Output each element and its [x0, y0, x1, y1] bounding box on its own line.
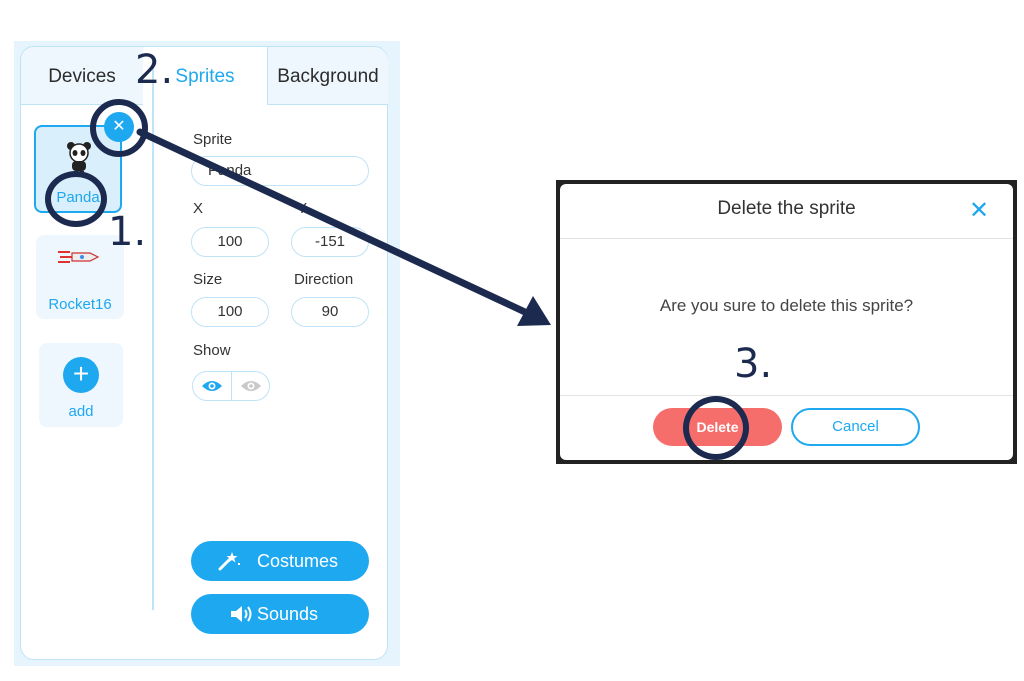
step-one-label: 1.	[108, 209, 147, 255]
annotation-ring-panda	[45, 171, 107, 227]
step-two-label: 2.	[135, 47, 174, 93]
annotation-arrow-line	[136, 128, 529, 316]
annotation-overlay	[136, 128, 551, 326]
annotation-ring-close	[90, 99, 148, 157]
step-three-label: 3.	[734, 341, 773, 387]
annotation-ring-delete	[683, 396, 749, 460]
